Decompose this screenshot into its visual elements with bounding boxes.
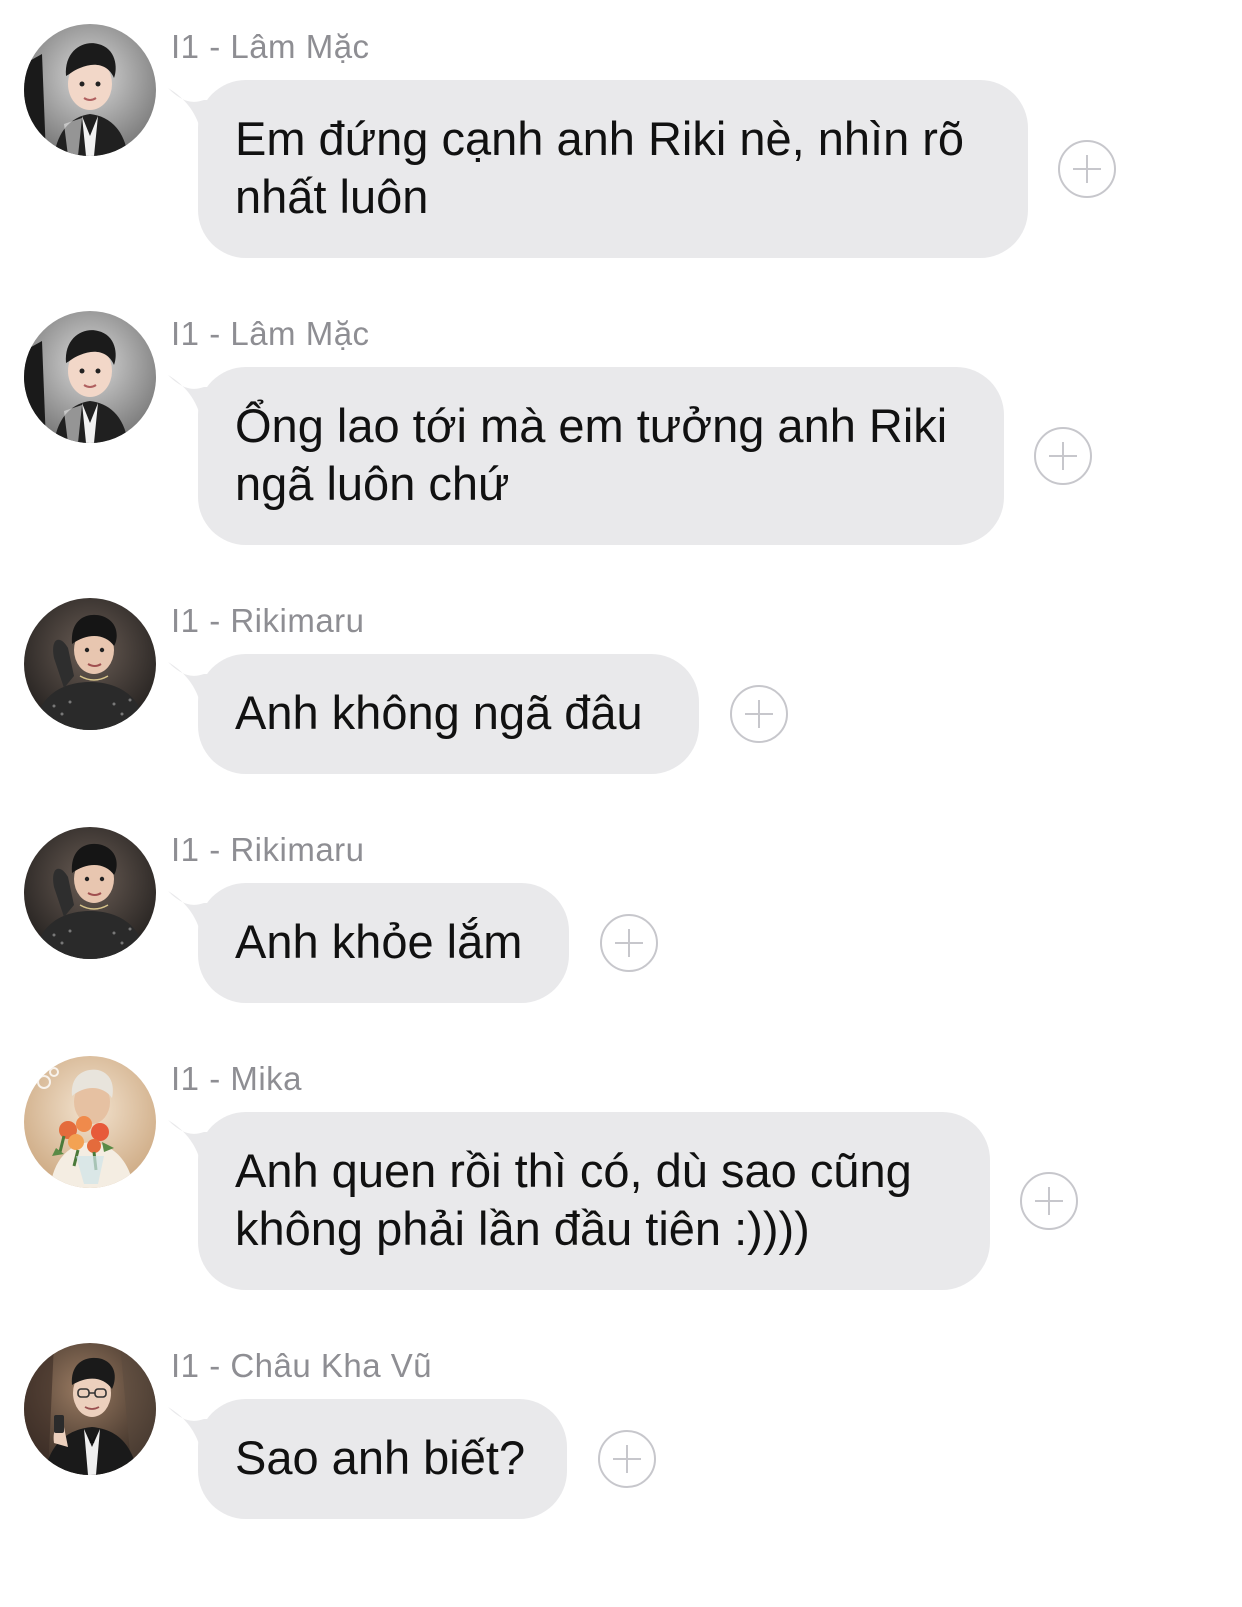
avatar[interactable] bbox=[24, 311, 156, 443]
message-text: Anh khỏe lắm bbox=[235, 915, 523, 968]
avatar-lam-mac-icon bbox=[24, 24, 156, 156]
avatar[interactable] bbox=[24, 24, 156, 156]
avatar[interactable] bbox=[24, 827, 156, 959]
message-text: Ổng lao tới mà em tưởng anh Riki ngã luô… bbox=[235, 399, 948, 510]
plus-circle-icon[interactable] bbox=[730, 685, 788, 743]
sender-name: I1 - Lâm Mặc bbox=[171, 315, 370, 352]
message-text: Sao anh biết? bbox=[235, 1431, 526, 1484]
avatar-rikimaru-icon bbox=[24, 827, 156, 959]
avatar-chau-kha-vu-icon bbox=[24, 1343, 156, 1475]
plus-circle-icon[interactable] bbox=[600, 914, 658, 972]
message-text: Anh không ngã đâu bbox=[235, 686, 643, 739]
sender-name: I1 - Rikimaru bbox=[171, 831, 365, 868]
message-bubble[interactable]: Ổng lao tới mà em tưởng anh Riki ngã luô… bbox=[198, 367, 1004, 545]
plus-circle-icon[interactable] bbox=[1058, 140, 1116, 198]
avatar-mika-icon bbox=[24, 1056, 156, 1188]
message-text: Anh quen rồi thì có, dù sao cũng không p… bbox=[235, 1144, 912, 1255]
avatar[interactable] bbox=[24, 1343, 156, 1475]
avatar[interactable] bbox=[24, 1056, 156, 1188]
sender-name: I1 - Châu Kha Vũ bbox=[171, 1347, 433, 1384]
avatar-rikimaru-icon bbox=[24, 598, 156, 730]
message-text: Em đứng cạnh anh Riki nè, nhìn rõ nhất l… bbox=[235, 112, 965, 223]
message-bubble[interactable]: Anh quen rồi thì có, dù sao cũng không p… bbox=[198, 1112, 990, 1290]
sender-name: I1 - Mika bbox=[171, 1060, 303, 1097]
message-bubble[interactable]: Anh khỏe lắm bbox=[198, 883, 569, 1003]
message-bubble[interactable]: Em đứng cạnh anh Riki nè, nhìn rõ nhất l… bbox=[198, 80, 1028, 258]
message-bubble[interactable]: Sao anh biết? bbox=[198, 1399, 567, 1519]
plus-circle-icon[interactable] bbox=[1034, 427, 1092, 485]
sender-name: I1 - Rikimaru bbox=[171, 602, 365, 639]
avatar[interactable] bbox=[24, 598, 156, 730]
sender-name: I1 - Lâm Mặc bbox=[171, 28, 370, 65]
plus-circle-icon[interactable] bbox=[1020, 1172, 1078, 1230]
avatar-lam-mac-icon bbox=[24, 311, 156, 443]
message-bubble[interactable]: Anh không ngã đâu bbox=[198, 654, 699, 774]
plus-circle-icon[interactable] bbox=[598, 1430, 656, 1488]
